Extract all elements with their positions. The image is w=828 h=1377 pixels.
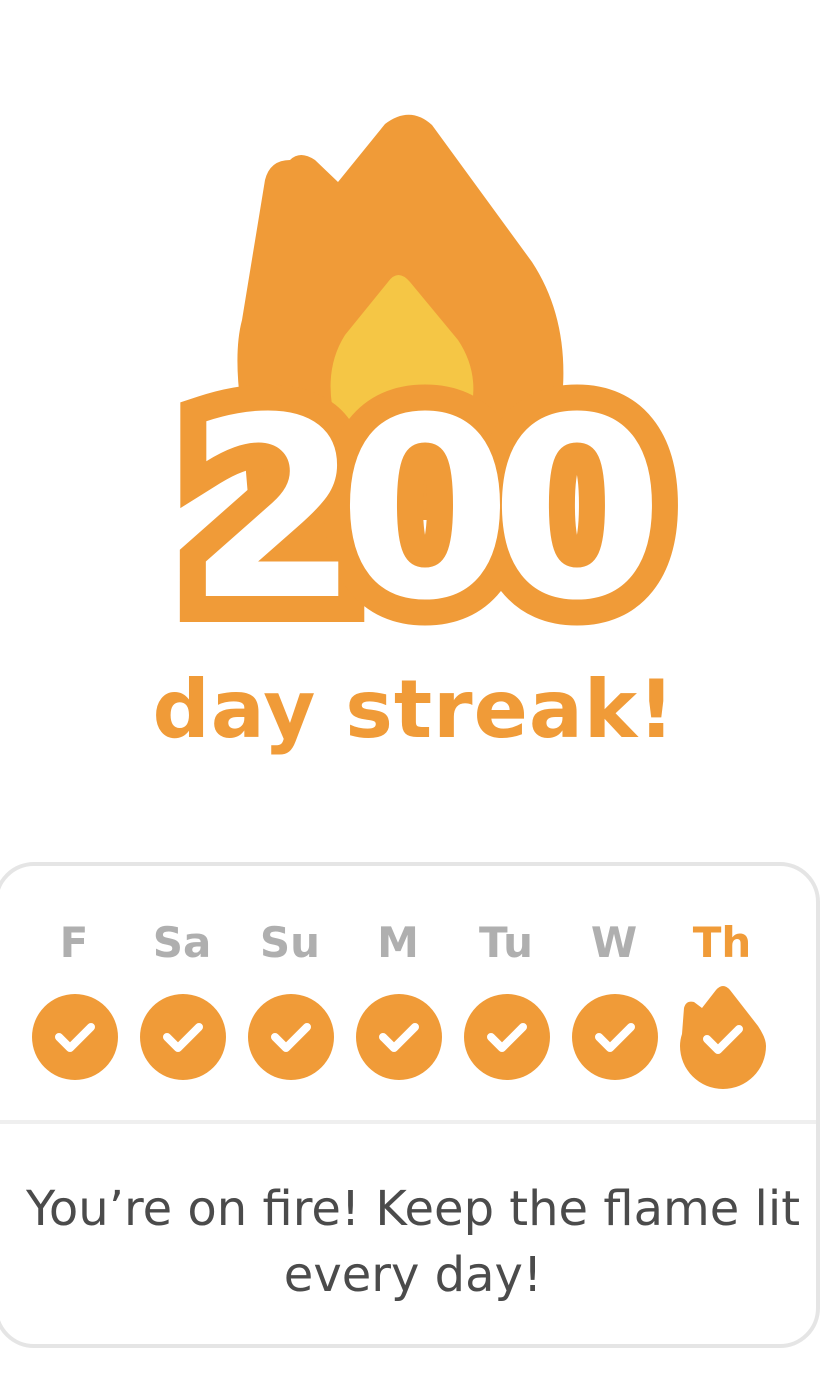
streak-count: 200 (186, 364, 664, 655)
day-sunday: Su (236, 866, 344, 1122)
day-label: Su (259, 918, 321, 967)
day-label: F (59, 918, 89, 967)
day-monday: M (344, 866, 452, 1122)
checkmark-circle-icon (248, 994, 334, 1080)
checkmark-circle-icon (140, 994, 226, 1080)
checkmark-circle-icon (572, 994, 658, 1080)
day-label: Tu (479, 918, 533, 967)
checkmark-circle-icon (356, 994, 442, 1080)
day-label: Sa (152, 918, 212, 967)
day-label-today: Th (692, 918, 752, 967)
checkmark-circle-icon (464, 994, 550, 1080)
weekly-streak-card: F Sa Su M Tu W Th You’re on fire! Keep t… (0, 862, 820, 1348)
day-tuesday: Tu (452, 866, 560, 1122)
card-divider (0, 1120, 816, 1124)
week-row: F Sa Su M Tu W Th (4, 866, 816, 1122)
day-friday: F (20, 866, 128, 1122)
day-thursday-today: Th (668, 866, 776, 1122)
checkmark-circle-icon (32, 994, 118, 1080)
flame-checkmark-icon (680, 986, 766, 1089)
day-saturday: Sa (128, 866, 236, 1122)
day-label: M (377, 918, 419, 967)
streak-label: day streak! (152, 663, 676, 756)
streak-hero: 200 200 day streak! (0, 0, 828, 820)
streak-message: You’re on fire! Keep the flame lit every… (25, 1181, 801, 1303)
day-wednesday: W (560, 866, 668, 1122)
day-label: W (590, 918, 638, 967)
